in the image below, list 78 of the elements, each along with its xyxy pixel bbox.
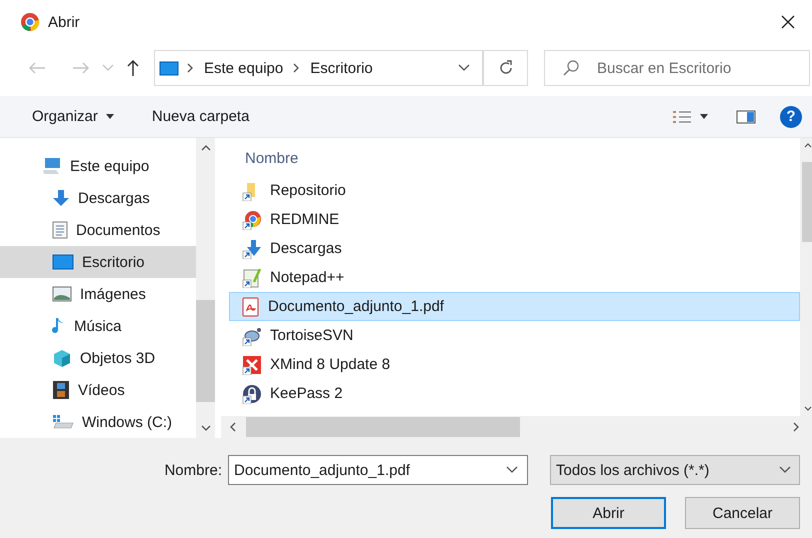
scroll-left-button[interactable]: [229, 422, 236, 432]
forward-arrow-icon: [72, 61, 90, 75]
image-icon: [52, 286, 72, 302]
chevron-down-icon: [102, 64, 114, 72]
sidebar-item[interactable]: Windows (C:): [0, 406, 196, 438]
scrollbar-thumb[interactable]: [196, 300, 215, 402]
chevron-down-icon: [804, 406, 812, 412]
file-row[interactable]: Documento_adjunto_1.pdf: [229, 292, 800, 321]
new-folder-button[interactable]: Nueva carpeta: [142, 104, 260, 129]
pdf-file-icon: [242, 296, 260, 316]
back-arrow-icon: [28, 61, 46, 75]
chevron-left-icon: [229, 422, 236, 432]
window-title: Abrir: [48, 14, 81, 30]
turtle-shortcut-icon: [242, 326, 262, 346]
computer-icon: [42, 157, 62, 175]
up-arrow-icon: [126, 59, 140, 77]
drive-icon: [52, 414, 74, 430]
close-icon: [780, 14, 796, 30]
cancel-button[interactable]: Cancelar: [685, 497, 800, 529]
chevron-right-icon: [293, 63, 300, 73]
file-row[interactable]: XMind 8 Update 8: [229, 350, 800, 379]
sidebar-item[interactable]: Vídeos: [0, 374, 196, 406]
chevron-down-icon: [200, 425, 210, 432]
document-icon: [52, 221, 68, 239]
preview-pane-icon: [736, 110, 756, 124]
browser-logo-icon: [20, 12, 40, 32]
refresh-button[interactable]: [484, 50, 528, 86]
chevron-right-icon: [187, 63, 194, 73]
breadcrumb[interactable]: Escritorio: [308, 60, 375, 76]
file-name-label: Nombre:: [164, 462, 222, 478]
padlock-shortcut-icon: [242, 384, 262, 404]
caret-icon: [106, 114, 114, 119]
film-strip-icon: [52, 380, 70, 400]
desktop-icon: [159, 60, 179, 76]
download-arrow-icon: [52, 189, 70, 207]
refresh-icon: [498, 60, 514, 76]
column-header[interactable]: Nombre: [229, 140, 304, 176]
sidebar-item[interactable]: Escritorio: [0, 246, 196, 278]
search-field[interactable]: Buscar en Escritorio: [544, 50, 810, 86]
chevron-down-icon: [779, 466, 791, 474]
list-view-icon: [672, 110, 692, 124]
sidebar-item[interactable]: Este equipo: [0, 150, 196, 182]
xmind-shortcut-icon: [242, 354, 262, 374]
file-row[interactable]: Descargas: [229, 234, 800, 263]
cube-icon: [52, 349, 72, 367]
browser-shortcut-icon: [242, 210, 262, 230]
file-row[interactable]: KeePass 2: [229, 379, 800, 408]
chevron-down-icon: [458, 64, 470, 72]
download-shortcut-icon: [242, 238, 262, 258]
scroll-down-button[interactable]: [200, 425, 210, 432]
chevron-down-icon: [506, 466, 518, 474]
sidebar-item[interactable]: Música: [0, 310, 196, 342]
file-row[interactable]: REDMINE: [229, 205, 800, 234]
organize-menu[interactable]: Organizar: [22, 104, 124, 129]
sidebar-item[interactable]: Objetos 3D: [0, 342, 196, 374]
file-type-dropdown[interactable]: Todos los archivos (*.*): [550, 455, 800, 485]
sidebar-item[interactable]: Documentos: [0, 214, 196, 246]
file-name-field[interactable]: Documento_adjunto_1.pdf: [228, 455, 528, 485]
file-row[interactable]: Repositorio: [229, 176, 800, 205]
scrollbar-thumb[interactable]: [246, 417, 520, 437]
scroll-right-button[interactable]: [793, 422, 800, 432]
file-row[interactable]: Notepad++: [229, 263, 800, 292]
notepad-shortcut-icon: [242, 268, 262, 288]
open-button[interactable]: Abrir: [551, 497, 666, 529]
chevron-up-icon: [804, 142, 812, 148]
breadcrumb[interactable]: Este equipo: [202, 60, 286, 76]
chevron-up-icon: [200, 144, 210, 151]
music-note-icon: [52, 317, 66, 335]
file-row[interactable]: TortoiseSVN: [229, 321, 800, 350]
help-button[interactable]: ?: [780, 106, 802, 128]
address-bar[interactable]: Este equipo Escritorio: [154, 50, 484, 86]
scrollbar-thumb[interactable]: [802, 162, 812, 242]
desktop-icon: [52, 254, 74, 270]
sidebar-item[interactable]: Descargas: [0, 182, 196, 214]
chevron-right-icon: [793, 422, 800, 432]
scroll-up-button[interactable]: [200, 144, 210, 151]
sidebar-item[interactable]: Imágenes: [0, 278, 196, 310]
caret-icon: [700, 114, 708, 119]
